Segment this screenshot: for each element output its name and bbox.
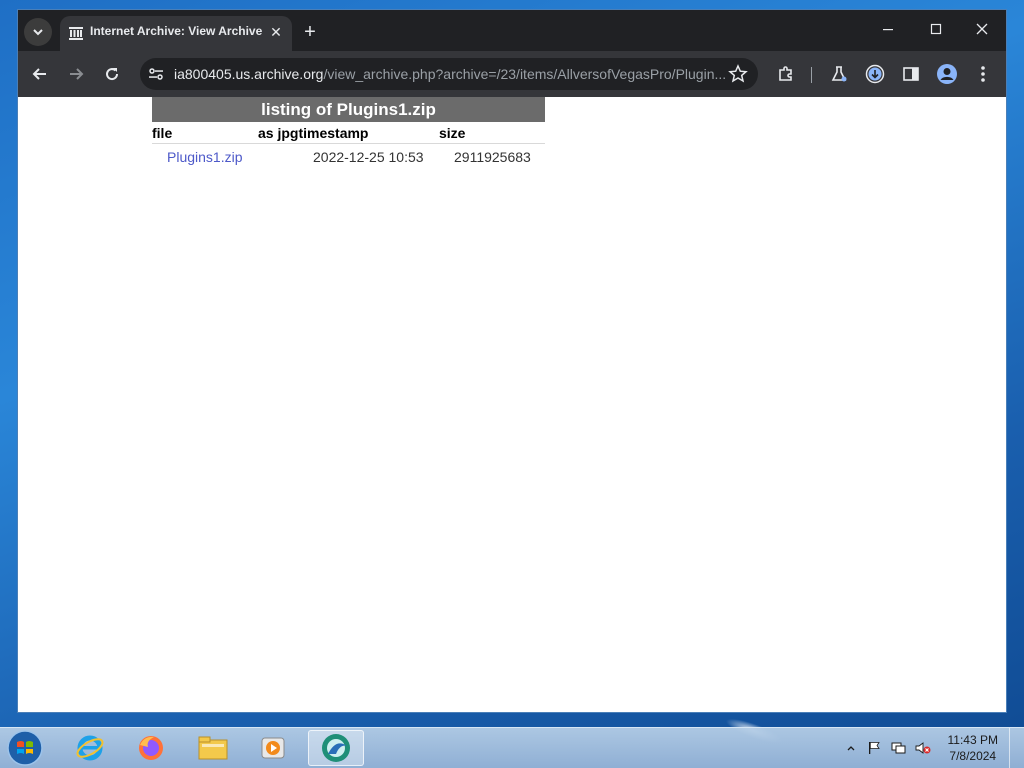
listing-column-headers: file as jpgtimestamp size [152, 122, 545, 144]
close-window-button[interactable] [962, 16, 1002, 46]
start-button[interactable] [6, 729, 44, 767]
media-player-icon [261, 737, 285, 759]
clock-time: 11:43 PM [947, 733, 998, 747]
archive-listing: listing of Plugins1.zip file as jpgtimes… [152, 97, 545, 168]
minimize-button[interactable] [868, 16, 908, 46]
browser-tab[interactable]: Internet Archive: View Archive ✕ [60, 16, 292, 51]
arrow-right-icon [70, 68, 84, 80]
url-host: ia800405.us.archive.org [174, 66, 324, 82]
profile-button[interactable] [935, 62, 959, 86]
show-hidden-icons-button[interactable] [843, 740, 859, 756]
windows-logo-icon [7, 730, 43, 766]
column-file: file [152, 125, 173, 141]
media-player-button[interactable] [245, 730, 301, 766]
firefox-icon [139, 736, 163, 760]
puzzle-piece-icon [779, 66, 792, 81]
kebab-menu-icon [981, 66, 985, 82]
chevron-up-icon [847, 746, 855, 751]
new-tab-button[interactable]: + [298, 20, 322, 44]
browser-app-icon [322, 734, 350, 762]
back-button[interactable] [28, 62, 52, 86]
arrow-left-icon [32, 68, 46, 80]
url-text[interactable]: ia800405.us.archive.org/view_archive.php… [174, 66, 726, 82]
archive-building-icon [69, 27, 83, 40]
labs-button[interactable] [827, 62, 851, 86]
flask-icon [831, 66, 847, 82]
chevron-down-icon [33, 29, 43, 36]
taskbar: 11:43 PM 7/8/2024 [0, 727, 1024, 768]
url-path: /view_archive.php?archive=/23/items/Allv… [323, 66, 727, 82]
action-center-button[interactable] [866, 740, 882, 756]
internet-explorer-button[interactable] [62, 730, 118, 766]
column-as-jpg-timestamp: as jpgtimestamp [258, 125, 369, 141]
internet-explorer-icon [76, 735, 104, 761]
show-desktop-button[interactable] [1009, 728, 1024, 768]
firefox-button[interactable] [123, 730, 179, 766]
maximize-icon [930, 23, 942, 35]
close-tab-icon[interactable]: ✕ [268, 24, 284, 40]
flag-icon [869, 742, 880, 754]
browser-window: Internet Archive: View Archive ✕ + ia800… [18, 10, 1006, 712]
extensions-button[interactable] [774, 62, 798, 86]
file-timestamp: 2022-12-25 10:53 [313, 149, 424, 165]
file-explorer-button[interactable] [185, 730, 241, 766]
close-icon [976, 23, 988, 35]
clock-date: 7/8/2024 [949, 749, 997, 763]
side-panel-icon [903, 67, 919, 81]
bookmark-star-icon[interactable] [728, 64, 748, 84]
chrome-taskbar-button[interactable] [308, 730, 364, 766]
tab-search-button[interactable] [24, 18, 52, 46]
forward-button[interactable] [64, 62, 88, 86]
volume-muted-icon [915, 742, 931, 754]
file-size: 2911925683 [454, 149, 531, 165]
reload-icon [106, 68, 119, 81]
toolbar-separator [811, 67, 812, 83]
table-row: Plugins1.zip 2022-12-25 10:53 2911925683 [152, 144, 545, 168]
tab-title: Internet Archive: View Archive [90, 24, 263, 38]
network-icon [891, 742, 906, 754]
maximize-button[interactable] [916, 16, 956, 46]
download-circle-icon [865, 64, 885, 84]
volume-button[interactable] [915, 740, 931, 756]
avatar-icon [937, 64, 957, 84]
system-clock[interactable]: 11:43 PM 7/8/2024 [948, 732, 998, 764]
folder-icon [198, 736, 228, 760]
minimize-icon [883, 29, 893, 31]
side-panel-button[interactable] [899, 62, 923, 86]
site-info-icon[interactable] [148, 66, 164, 82]
network-button[interactable] [891, 740, 907, 756]
listing-title: listing of Plugins1.zip [152, 97, 545, 122]
browser-toolbar: ia800405.us.archive.org/view_archive.php… [18, 51, 1006, 97]
column-size: size [439, 125, 466, 141]
reload-button[interactable] [100, 62, 124, 86]
page-content: listing of Plugins1.zip file as jpgtimes… [18, 97, 1006, 712]
address-bar[interactable]: ia800405.us.archive.org/view_archive.php… [140, 58, 758, 90]
tab-strip: Internet Archive: View Archive ✕ + [18, 10, 1006, 51]
downloads-button[interactable] [863, 62, 887, 86]
file-link[interactable]: Plugins1.zip [167, 149, 243, 165]
menu-button[interactable] [971, 62, 995, 86]
